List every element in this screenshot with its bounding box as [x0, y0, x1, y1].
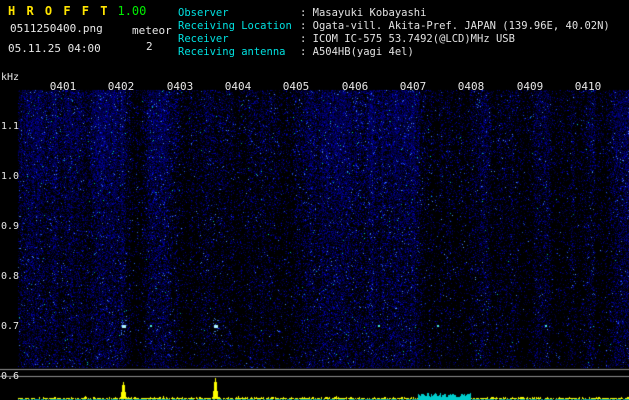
time-tick-label: 0402 — [107, 80, 135, 93]
station-info-table: Observer : Masayuki Kobayashi Receiving L… — [178, 7, 610, 59]
info-value: : Masayuki Kobayashi — [300, 7, 427, 19]
info-value: : ICOM IC-575 53.7492(@LCD)MHz USB — [300, 33, 515, 45]
time-tick-label: 0406 — [341, 80, 369, 93]
time-tick-label: 0409 — [516, 80, 544, 93]
freq-tick-label: 1.1 — [1, 121, 20, 132]
app-title: H R O F F T 1.00 — [8, 4, 146, 18]
time-tick-label: 0410 — [574, 80, 602, 93]
freq-unit-label: kHz — [1, 72, 20, 83]
app-version-text: 1.00 — [117, 4, 147, 18]
info-row-location: Receiving Location : Ogata-vill. Akita-Pr… — [178, 20, 610, 33]
time-tick-label: 0408 — [457, 80, 485, 93]
freq-tick-label: 0.7 — [1, 321, 20, 332]
time-tick-label: 0403 — [166, 80, 194, 93]
app-name-text: H R O F F T — [8, 4, 110, 18]
time-tick-label: 0401 — [49, 80, 77, 93]
info-value: : Ogata-vill. Akita-Pref. JAPAN (139.96E… — [300, 20, 610, 32]
time-tick-label: 0405 — [282, 80, 310, 93]
info-value: : A504HB(yagi 4el) — [300, 46, 414, 58]
info-row-observer: Observer : Masayuki Kobayashi — [178, 7, 610, 20]
freq-tick-label: 1.0 — [1, 171, 20, 182]
meteor-counter-label: meteor — [132, 24, 172, 37]
freq-tick-label: 0.6 — [1, 371, 20, 382]
time-tick-label: 0404 — [224, 80, 252, 93]
datetime-label: 05.11.25 04:00 — [8, 42, 101, 55]
info-label: Receiving antenna — [178, 46, 286, 58]
freq-tick-label: 0.8 — [1, 271, 20, 282]
info-label: Observer — [178, 7, 229, 19]
meteor-count-value: 2 — [146, 40, 153, 53]
info-row-receiver: Receiver : ICOM IC-575 53.7492(@LCD)MHz U… — [178, 33, 610, 46]
freq-tick-label: 0.9 — [1, 221, 20, 232]
time-tick-label: 0407 — [399, 80, 427, 93]
output-filename: 0511250400.png — [10, 22, 103, 35]
info-label: Receiver — [178, 33, 229, 45]
info-label: Receiving Location — [178, 20, 292, 32]
info-row-antenna: Receiving antenna : A504HB(yagi 4el) — [178, 46, 610, 59]
spectrogram-canvas — [0, 0, 629, 400]
